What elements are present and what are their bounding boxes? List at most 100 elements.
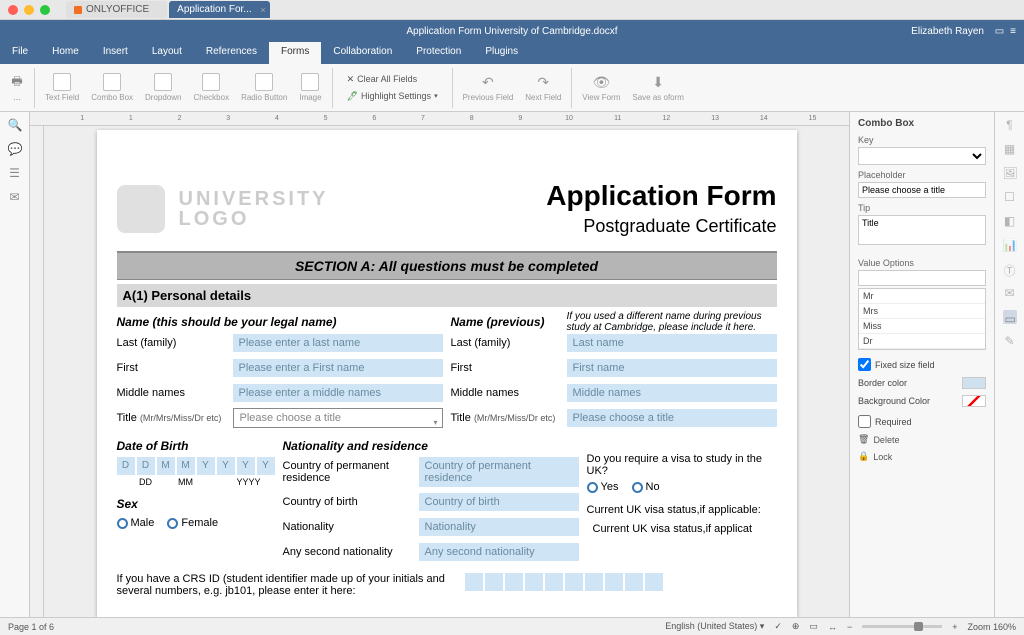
minimize-window-button[interactable]: [24, 5, 34, 15]
sex-female-radio[interactable]: Female: [167, 517, 218, 529]
header-settings-icon[interactable]: ☐: [1003, 190, 1017, 204]
view-form[interactable]: 👁View Form: [576, 72, 626, 104]
section-a-header: SECTION A: All questions must be complet…: [117, 251, 777, 280]
next-field[interactable]: ↷Next Field: [519, 72, 567, 104]
vertical-ruler[interactable]: [30, 126, 44, 617]
visa-question: Do you require a visa to study in the UK…: [587, 453, 777, 477]
menu-icon[interactable]: ≡: [1010, 26, 1016, 37]
nationality-label: Nationality and residence: [283, 435, 579, 457]
option-item[interactable]: Miss: [859, 319, 985, 334]
previous-field[interactable]: ↶Previous Field: [457, 72, 520, 104]
nationality-input[interactable]: Nationality: [419, 518, 579, 536]
shape-settings-icon[interactable]: ◧: [1003, 214, 1017, 228]
mail-merge-icon[interactable]: ✉: [1003, 286, 1017, 300]
spellcheck-icon[interactable]: ⊕: [792, 621, 800, 632]
zoom-slider[interactable]: [862, 625, 942, 628]
visa-yes-radio[interactable]: Yes: [587, 481, 619, 493]
menu-layout[interactable]: Layout: [140, 42, 194, 64]
key-select[interactable]: [858, 147, 986, 165]
paragraph-settings-icon[interactable]: ¶: [1003, 118, 1017, 132]
prev-first-input[interactable]: First name: [567, 359, 777, 377]
fit-page-icon[interactable]: ▭: [809, 621, 818, 632]
fit-width-icon[interactable]: ↔: [828, 622, 837, 632]
name-previous-note: If you used a different name during prev…: [567, 311, 777, 333]
visa-status-input[interactable]: Current UK visa status,if applicat: [587, 520, 777, 538]
save-as-oform[interactable]: ⬇Save as oform: [626, 72, 690, 104]
insert-radio-button[interactable]: Radio Button: [235, 71, 293, 104]
placeholder-input[interactable]: [858, 182, 986, 198]
insert-text-field[interactable]: Text Field: [39, 71, 85, 104]
user-name[interactable]: Elizabeth Rayen: [911, 26, 984, 37]
option-item[interactable]: Dr: [859, 334, 985, 349]
insert-checkbox[interactable]: Checkbox: [188, 71, 236, 104]
option-item[interactable]: Mr: [859, 289, 985, 304]
bg-color-swatch[interactable]: [962, 395, 986, 407]
clear-all-fields[interactable]: ✕Clear All Fields: [343, 72, 442, 87]
zoom-in-icon[interactable]: +: [952, 622, 957, 632]
menu-home[interactable]: Home: [40, 42, 91, 64]
highlight-icon: 🖊: [347, 91, 358, 102]
textart-settings-icon[interactable]: Ⓣ: [1003, 262, 1017, 276]
track-changes-icon[interactable]: ✓: [774, 621, 782, 632]
table-settings-icon[interactable]: ▦: [1003, 142, 1017, 156]
options-list[interactable]: MrMrsMissDr: [858, 288, 986, 350]
logo-text: UNIVERSITYLOGO: [179, 189, 329, 229]
lock-button[interactable]: 🔒Lock: [858, 451, 986, 462]
insert-combo-box[interactable]: Combo Box: [85, 71, 139, 104]
border-color-swatch[interactable]: [962, 377, 986, 389]
page-indicator[interactable]: Page 1 of 6: [8, 622, 54, 632]
second-nationality-input[interactable]: Any second nationality: [419, 543, 579, 561]
required-checkbox[interactable]: [858, 415, 871, 428]
insert-dropdown[interactable]: Dropdown: [139, 71, 187, 104]
comments-icon[interactable]: 💬: [8, 142, 22, 156]
horizontal-ruler[interactable]: 1123456789101112131415: [30, 112, 849, 126]
language-selector[interactable]: English (United States) ▾: [665, 621, 764, 632]
prev-middle-input[interactable]: Middle names: [567, 384, 777, 402]
form-settings-icon[interactable]: ▭: [1003, 310, 1017, 324]
title-combo-selected[interactable]: Please choose a title: [233, 408, 443, 428]
country-birth-input[interactable]: Country of birth: [419, 493, 579, 511]
tab-onlyoffice[interactable]: ONLYOFFICE: [66, 1, 167, 18]
menu-forms[interactable]: Forms: [269, 42, 321, 64]
chart-settings-icon[interactable]: 📊: [1003, 238, 1017, 252]
signature-icon[interactable]: ✎: [1003, 334, 1017, 348]
quick-print-icon[interactable]: 🖶: [11, 74, 22, 88]
close-tab-icon[interactable]: ×: [260, 5, 265, 15]
highlight-settings[interactable]: 🖊Highlight Settings▾: [343, 89, 442, 104]
value-option-input[interactable]: [858, 270, 986, 286]
crs-input[interactable]: [465, 573, 777, 597]
search-icon[interactable]: 🔍: [8, 118, 22, 132]
sex-male-radio[interactable]: Male: [117, 517, 155, 529]
option-item[interactable]: Mrs: [859, 304, 985, 319]
close-window-button[interactable]: [8, 5, 18, 15]
navigation-icon[interactable]: ☰: [8, 166, 22, 180]
image-settings-icon[interactable]: 🖼: [1003, 166, 1017, 180]
insert-image[interactable]: Image: [293, 71, 327, 104]
country-perm-input[interactable]: Country of permanent residence: [419, 457, 579, 487]
middle-name-input[interactable]: Please enter a middle names: [233, 384, 443, 402]
left-toolbar: 🔍 💬 ☰ ✉: [0, 112, 30, 617]
delete-button[interactable]: 🗑Delete: [858, 434, 986, 445]
menu-plugins[interactable]: Plugins: [473, 42, 530, 64]
dob-input[interactable]: DD MM YYYY: [117, 457, 275, 475]
tab-document[interactable]: Application For...×: [169, 1, 269, 18]
menu-protection[interactable]: Protection: [404, 42, 473, 64]
zoom-label[interactable]: Zoom 160%: [967, 622, 1016, 632]
present-icon[interactable]: ▭: [995, 26, 1004, 37]
menu-collaboration[interactable]: Collaboration: [321, 42, 404, 64]
menu-insert[interactable]: Insert: [91, 42, 140, 64]
feedback-icon[interactable]: ✉: [8, 190, 22, 204]
last-name-input[interactable]: Please enter a last name: [233, 334, 443, 352]
prev-last-input[interactable]: Last name: [567, 334, 777, 352]
menu-bar: File Home Insert Layout References Forms…: [0, 42, 1024, 64]
tip-input[interactable]: [858, 215, 986, 245]
logo-placeholder: [117, 185, 165, 233]
first-name-input[interactable]: Please enter a First name: [233, 359, 443, 377]
fixed-size-checkbox[interactable]: [858, 358, 871, 371]
menu-file[interactable]: File: [0, 42, 40, 64]
prev-title-input[interactable]: Please choose a title: [567, 409, 777, 427]
maximize-window-button[interactable]: [40, 5, 50, 15]
menu-references[interactable]: References: [194, 42, 269, 64]
zoom-out-icon[interactable]: −: [847, 622, 852, 632]
visa-no-radio[interactable]: No: [632, 481, 660, 493]
